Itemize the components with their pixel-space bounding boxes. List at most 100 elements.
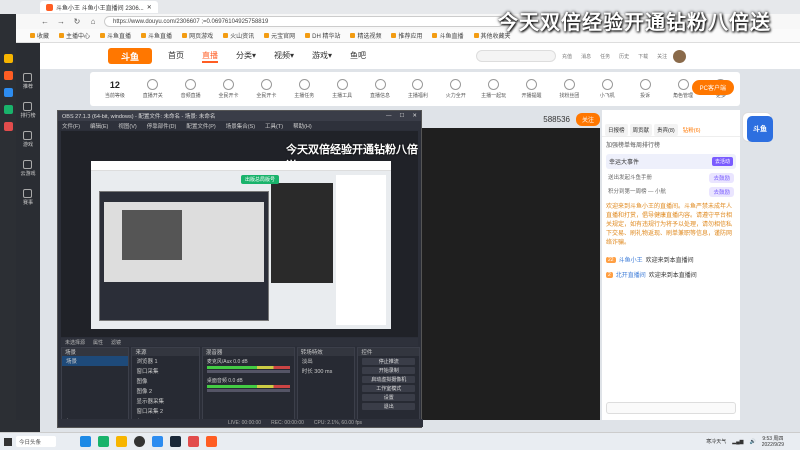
- scene-item[interactable]: 场景: [62, 356, 129, 366]
- taskbar-search[interactable]: 今日头条: [16, 436, 56, 447]
- sidebar-item[interactable]: 游戏: [23, 131, 33, 148]
- transition-select[interactable]: 淡出: [298, 356, 355, 366]
- anchor-tool[interactable]: 12 当前等级: [96, 80, 134, 99]
- obs-menu-item[interactable]: 工具(T): [265, 122, 283, 130]
- gift-action-button[interactable]: 去鼓励: [709, 187, 734, 197]
- chat-tab[interactable]: 日报榜: [605, 124, 628, 136]
- start-icon[interactable]: [4, 437, 12, 446]
- source-item[interactable]: 浏览器 1: [132, 356, 198, 366]
- obs-menu-item[interactable]: 场景集合(S): [226, 122, 255, 130]
- header-icon-label[interactable]: 下载: [638, 53, 648, 60]
- nav-link[interactable]: 直播: [202, 50, 218, 63]
- sidebar-item[interactable]: 推荐: [23, 73, 33, 90]
- user-avatar[interactable]: [673, 49, 687, 63]
- windows-icon[interactable]: [80, 436, 91, 447]
- maximize-icon[interactable]: ☐: [399, 113, 404, 119]
- brand-badge-icon[interactable]: 斗鱼: [747, 116, 773, 142]
- bookmark-item[interactable]: 推荐应用: [391, 31, 422, 40]
- bookmark-item[interactable]: 斗鱼直播: [141, 31, 172, 40]
- pc-client-button[interactable]: PC客户端: [691, 80, 734, 95]
- sidebar-item[interactable]: 排行榜: [20, 102, 36, 119]
- anchor-tool[interactable]: 音频直播: [172, 79, 210, 99]
- steam-icon[interactable]: [170, 436, 181, 447]
- nav-link[interactable]: 视频▾: [274, 50, 294, 63]
- nav-link[interactable]: 游戏▾: [312, 50, 332, 63]
- source-toolbar-item[interactable]: 滤镜: [111, 339, 121, 346]
- source-item[interactable]: 窗口采集: [132, 366, 198, 376]
- control-button[interactable]: 启动虚拟摄像机: [362, 376, 415, 383]
- source-toolbar-item[interactable]: 属性: [93, 339, 103, 346]
- anchor-tool[interactable]: 小飞机: [588, 79, 626, 99]
- favorites-icon[interactable]: [3, 54, 13, 63]
- obs-preview[interactable]: 今天双倍经验开通钻粉八倍送 出版总局版号: [61, 131, 418, 337]
- site-search-input[interactable]: [476, 50, 557, 62]
- source-item[interactable]: 图像: [132, 376, 198, 386]
- control-button[interactable]: 停止推流: [362, 358, 415, 365]
- notes-icon[interactable]: [3, 105, 13, 114]
- app-icon[interactable]: [188, 436, 199, 447]
- nav-link[interactable]: 首页: [168, 50, 184, 63]
- nav-link[interactable]: 分类▾: [236, 50, 256, 63]
- control-button[interactable]: 设置: [362, 394, 415, 401]
- anchor-tool[interactable]: 全民开卡: [248, 79, 286, 99]
- app-icon[interactable]: [152, 436, 163, 447]
- obs-menu-item[interactable]: 配置文件(P): [186, 122, 215, 130]
- chat-tab[interactable]: 钻粉(6): [679, 124, 704, 136]
- obs-menu-item[interactable]: 帮助(H): [293, 122, 312, 130]
- chat-username[interactable]: 斗鱼小王: [619, 255, 643, 264]
- volume-slider[interactable]: [206, 389, 290, 392]
- bookmark-item[interactable]: DH 精华站: [305, 31, 340, 40]
- forward-icon[interactable]: →: [56, 17, 66, 26]
- nav-link[interactable]: 鱼吧: [350, 50, 366, 63]
- rank-action-button[interactable]: 去活动: [711, 157, 733, 166]
- browser-tab[interactable]: 斗鱼小王 斗鱼小王直播间 2306... ✕: [40, 1, 158, 13]
- anchor-tool[interactable]: 直播信息: [361, 79, 399, 99]
- anchor-tool[interactable]: 主播福利: [399, 79, 437, 99]
- close-icon[interactable]: ✕: [147, 4, 152, 11]
- bookmark-item[interactable]: 主播中心: [59, 31, 90, 40]
- header-icon-label[interactable]: 消息: [581, 53, 591, 60]
- chat-tab[interactable]: 贵宾(8): [654, 124, 678, 136]
- bookmark-item[interactable]: 斗鱼直播: [100, 31, 131, 40]
- douyu-logo[interactable]: 斗鱼: [108, 48, 152, 64]
- source-item[interactable]: 显示器采集: [132, 396, 198, 406]
- chat-input[interactable]: [606, 402, 736, 414]
- bookmark-item[interactable]: 火山资讯: [223, 31, 254, 40]
- sidebar-item[interactable]: 赛事: [23, 189, 33, 206]
- volume-slider[interactable]: [206, 370, 290, 373]
- control-button[interactable]: 工作室模式: [362, 385, 415, 392]
- obs-menu-item[interactable]: 编辑(E): [90, 122, 108, 130]
- anchor-tool[interactable]: 开播提醒: [513, 79, 551, 99]
- download-icon[interactable]: [3, 88, 13, 97]
- bookmark-item[interactable]: 收藏: [30, 31, 49, 40]
- clock[interactable]: 9:53 周四 2022/9/29: [762, 436, 784, 448]
- duration-input[interactable]: 300 ms: [314, 369, 332, 375]
- anchor-tool[interactable]: 找粉丝团: [551, 79, 589, 99]
- video-icon[interactable]: [3, 122, 13, 131]
- anchor-tool[interactable]: 投诉: [626, 79, 664, 99]
- close-icon[interactable]: ✕: [412, 113, 417, 119]
- source-item[interactable]: 窗口采集 2: [132, 406, 198, 416]
- sidebar-item[interactable]: 云游戏: [20, 160, 36, 177]
- source-item[interactable]: 图像 2: [132, 386, 198, 396]
- control-button[interactable]: 退出: [362, 403, 415, 410]
- history-icon[interactable]: [3, 71, 13, 80]
- anchor-tool[interactable]: 主播工具: [323, 79, 361, 99]
- gift-action-button[interactable]: 去鼓励: [709, 173, 734, 183]
- anchor-tool[interactable]: 火力全开: [437, 79, 475, 99]
- header-icon-label[interactable]: 充值: [562, 53, 572, 60]
- folder-icon[interactable]: [116, 436, 127, 447]
- bookmark-item[interactable]: 精选视频: [350, 31, 381, 40]
- bookmark-item[interactable]: 元宝官网: [264, 31, 295, 40]
- reload-icon[interactable]: ↻: [72, 17, 82, 26]
- chat-tab[interactable]: 周贡献: [629, 124, 653, 136]
- obs-app-icon[interactable]: [134, 436, 145, 447]
- browser-app-icon[interactable]: [98, 436, 109, 447]
- bookmark-item[interactable]: 斗鱼直播: [432, 31, 464, 40]
- anchor-tool[interactable]: 全民开卡: [210, 79, 248, 99]
- obs-menu-item[interactable]: 文件(F): [62, 122, 80, 130]
- minimize-icon[interactable]: —: [386, 113, 392, 119]
- back-icon[interactable]: ←: [40, 17, 50, 26]
- header-icon-label[interactable]: 任务: [600, 53, 610, 60]
- anchor-tool[interactable]: 主播一起玩: [475, 79, 513, 99]
